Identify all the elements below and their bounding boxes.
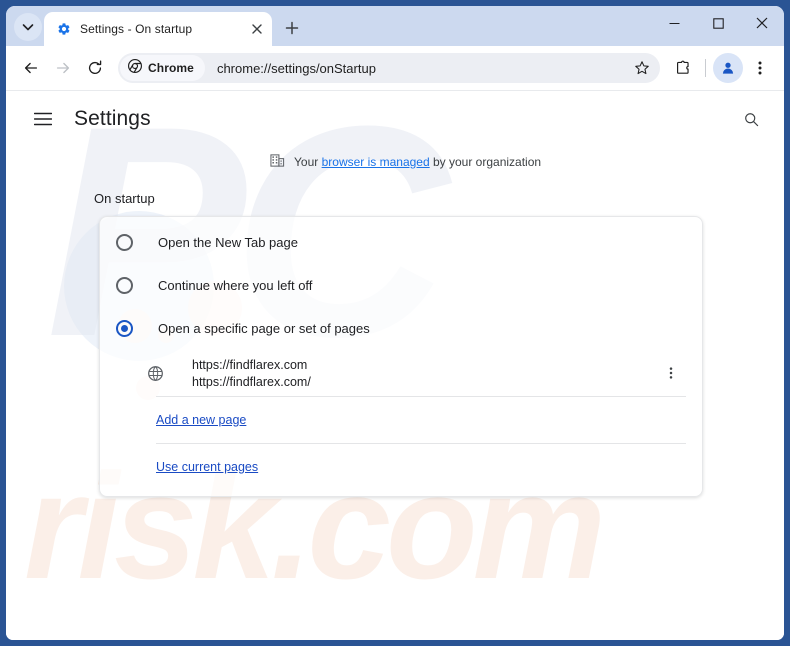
- use-current-pages-row: Use current pages: [100, 444, 702, 490]
- browser-toolbar: Chrome chrome://settings/onStartup: [6, 46, 784, 91]
- three-dot-menu-icon: [758, 61, 762, 75]
- tab-settings[interactable]: Settings - On startup: [44, 12, 272, 46]
- startup-option-label: Open the New Tab page: [158, 235, 298, 250]
- enterprise-building-icon: [270, 153, 285, 171]
- maximize-icon: [712, 17, 724, 29]
- address-bar[interactable]: Chrome chrome://settings/onStartup: [118, 53, 660, 83]
- toolbar-divider: [705, 59, 706, 77]
- startup-page-text: https://findflarex.com https://findflare…: [192, 358, 658, 389]
- close-tab-icon[interactable]: [248, 20, 266, 38]
- profile-button[interactable]: [713, 53, 743, 83]
- tab-title: Settings - On startup: [80, 22, 193, 36]
- browser-window: Settings - On startup Chrome chrome://se…: [6, 6, 784, 640]
- maximize-button[interactable]: [696, 6, 740, 40]
- startup-option-label: Continue where you left off: [158, 278, 313, 293]
- close-icon: [756, 17, 768, 29]
- managed-notice-text: Your browser is managed by your organiza…: [294, 155, 541, 169]
- three-dot-menu-icon: [669, 367, 673, 379]
- section-title: On startup: [94, 191, 155, 206]
- star-icon: [635, 61, 649, 75]
- extensions-icon: [677, 60, 689, 74]
- startup-option-continue[interactable]: Continue where you left off: [100, 264, 702, 307]
- hamburger-icon: [34, 112, 52, 126]
- extensions-button[interactable]: [668, 53, 698, 83]
- managed-link[interactable]: browser is managed: [322, 155, 430, 169]
- desktop-background: Settings - On startup Chrome chrome://se…: [0, 0, 790, 646]
- radio-button[interactable]: [116, 277, 133, 294]
- bookmark-star-button[interactable]: [628, 54, 656, 82]
- forward-button[interactable]: [48, 53, 78, 83]
- search-icon: [744, 112, 758, 126]
- managed-suffix: by your organization: [429, 155, 542, 169]
- globe-icon: [146, 364, 164, 382]
- startup-option-new-tab[interactable]: Open the New Tab page: [100, 221, 702, 264]
- new-tab-button[interactable]: [278, 14, 306, 42]
- page-title: Settings: [74, 107, 151, 130]
- reload-icon: [88, 60, 102, 74]
- startup-page-url: https://findflarex.com/: [192, 374, 311, 389]
- main-menu-button[interactable]: [28, 104, 58, 134]
- managed-browser-notice: Your browser is managed by your organiza…: [6, 147, 784, 177]
- chrome-logo-icon: [128, 58, 142, 78]
- browser-menu-button[interactable]: [745, 53, 775, 83]
- radio-button-selected[interactable]: [116, 320, 133, 337]
- settings-gear-icon: [56, 21, 72, 37]
- back-button[interactable]: [16, 53, 46, 83]
- close-button[interactable]: [740, 6, 784, 40]
- profile-icon: [722, 62, 734, 74]
- window-controls: [652, 6, 784, 40]
- startup-option-label: Open a specific page or set of pages: [158, 321, 370, 336]
- startup-page-row: https://findflarex.com https://findflare…: [100, 350, 702, 396]
- settings-header: Settings: [6, 91, 784, 147]
- tab-search-button[interactable]: [14, 13, 42, 41]
- use-current-pages-link[interactable]: Use current pages: [156, 460, 258, 474]
- minimize-button[interactable]: [652, 6, 696, 40]
- radio-button[interactable]: [116, 234, 133, 251]
- chrome-chip-label: Chrome: [148, 61, 194, 75]
- back-icon: [24, 62, 38, 74]
- on-startup-card: Open the New Tab page Continue where you…: [99, 216, 703, 497]
- plus-icon: [285, 21, 299, 35]
- add-new-page-row: Add a new page: [100, 397, 702, 443]
- minimize-icon: [669, 22, 679, 24]
- chevron-down-icon: [22, 24, 34, 31]
- managed-prefix: Your: [294, 155, 322, 169]
- forward-icon: [56, 62, 70, 74]
- reload-button[interactable]: [80, 53, 110, 83]
- add-new-page-link[interactable]: Add a new page: [156, 413, 246, 427]
- page-viewport: PC risk.com Settings: [6, 91, 784, 640]
- startup-page-more-actions-button[interactable]: [658, 360, 684, 386]
- tab-strip: Settings - On startup: [6, 6, 784, 46]
- url-text[interactable]: chrome://settings/onStartup: [205, 61, 628, 76]
- search-settings-button[interactable]: [736, 104, 766, 134]
- chrome-origin-chip: Chrome: [120, 55, 205, 81]
- startup-page-title: https://findflarex.com: [192, 357, 308, 372]
- startup-option-specific-pages[interactable]: Open a specific page or set of pages: [100, 307, 702, 350]
